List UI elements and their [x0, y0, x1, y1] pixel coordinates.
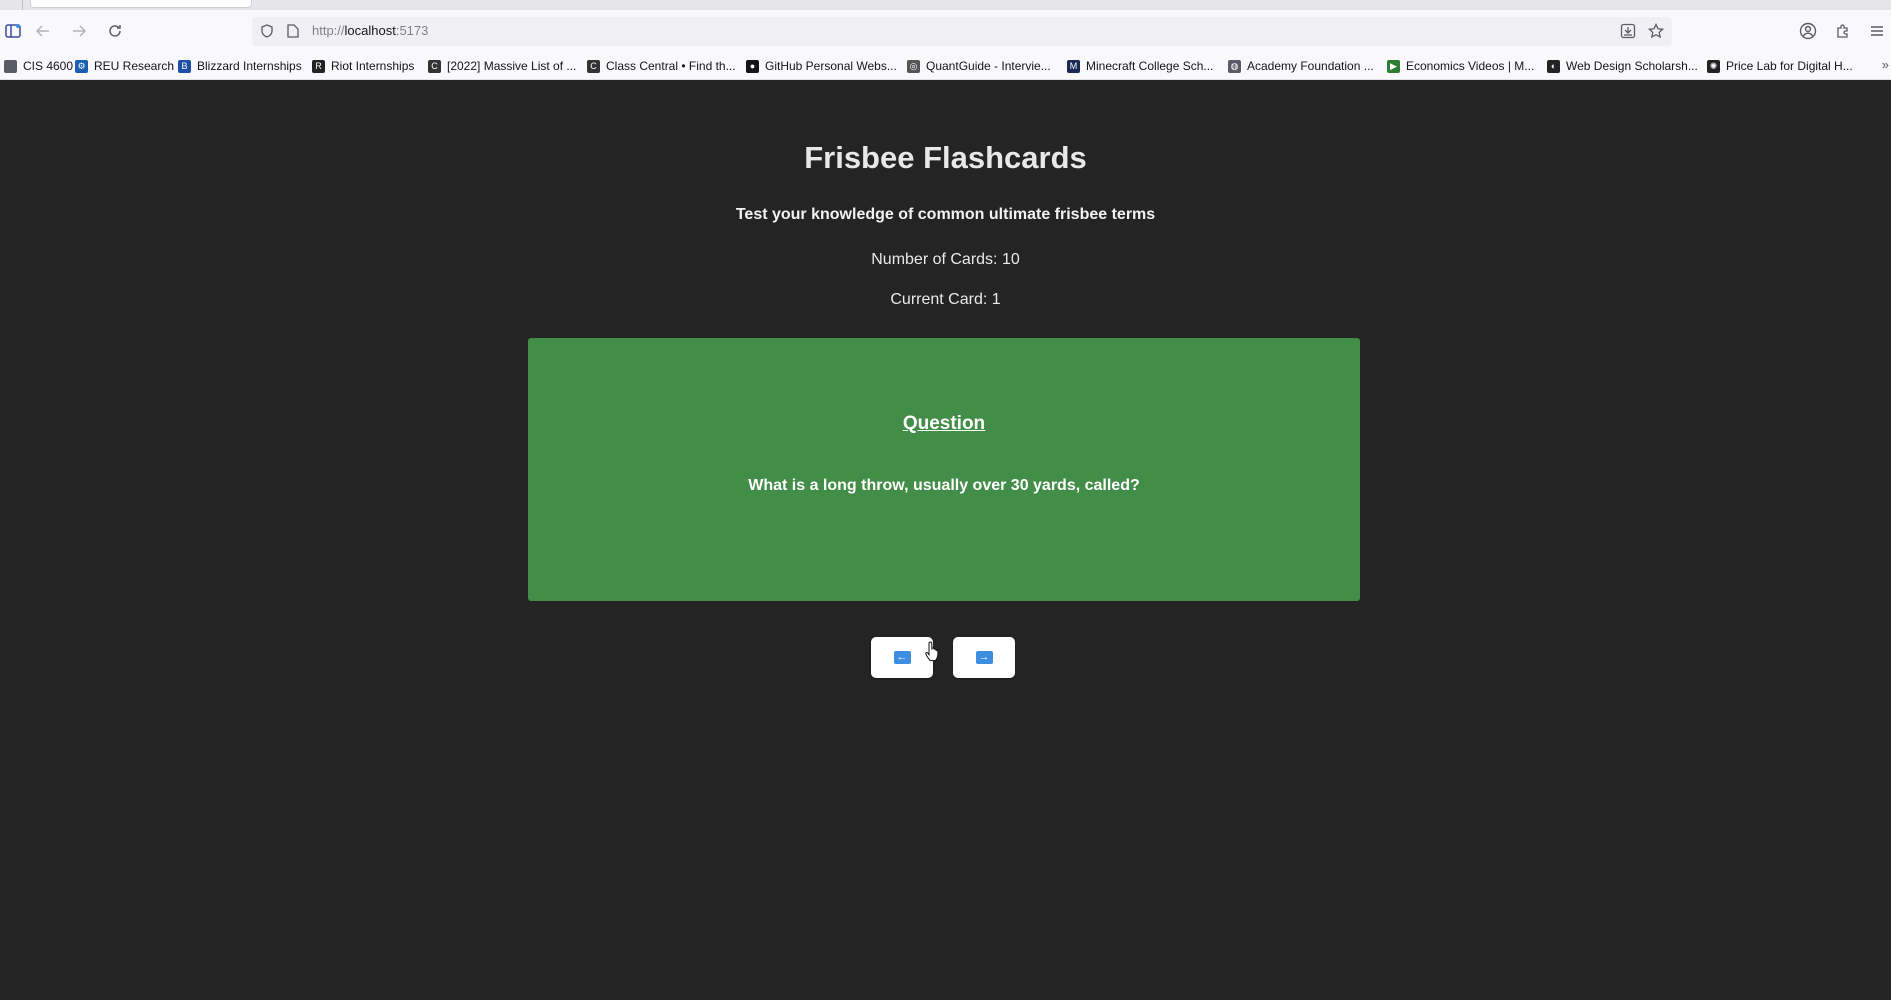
tab-strip [0, 0, 1891, 10]
bookmark-label: Web Design Scholarsh... [1566, 59, 1698, 73]
star-icon[interactable] [1647, 22, 1665, 40]
forward-button[interactable] [66, 18, 92, 44]
active-tab[interactable] [30, 0, 252, 8]
play-icon: ▶ [1387, 59, 1400, 73]
classcentral-icon: C [587, 59, 600, 73]
bookmark-label: Minecraft College Sch... [1086, 59, 1214, 73]
bookmark-item[interactable]: ◍ Academy Foundation ... [1228, 57, 1374, 75]
bookmark-item[interactable]: CIS 4600 [4, 57, 73, 75]
tab-divider [22, 0, 23, 10]
bookmark-item[interactable]: ◎ QuantGuide - Intervie... [907, 57, 1051, 75]
shield-icon[interactable] [258, 22, 276, 40]
account-icon[interactable] [1795, 18, 1821, 44]
page-subtitle: Test your knowledge of common ultimate f… [735, 206, 1156, 223]
bookmark-label: GitHub Personal Webs... [765, 59, 897, 73]
puzzle-icon[interactable] [1830, 18, 1856, 44]
url-host: localhost [344, 23, 396, 38]
bookmark-item[interactable]: R Riot Internships [312, 57, 414, 75]
arrow-right-icon [73, 25, 87, 37]
bookmark-label: QuantGuide - Intervie... [926, 59, 1051, 73]
hand-cursor-icon [925, 641, 939, 662]
card-count: Number of Cards: 10 [871, 251, 1020, 268]
back-button[interactable] [30, 18, 56, 44]
url-text[interactable]: http://localhost:5173 [312, 23, 428, 38]
bookmarks-toolbar: CIS 4600 ⚙ REU Research B Blizzard Internshi… [0, 52, 1891, 80]
bookmark-icon [4, 59, 17, 73]
bookmark-item[interactable]: ▶ Economics Videos | M... [1387, 57, 1534, 75]
bookmark-label: CIS 4600 [23, 59, 74, 73]
pricelab-icon: ✺ [1707, 59, 1720, 73]
quantguide-icon: ◎ [907, 59, 920, 73]
hamburger-menu-icon[interactable] [1864, 18, 1890, 44]
bookmark-item[interactable]: ● GitHub Personal Webs... [746, 57, 897, 75]
gear-icon: ⚙ [75, 59, 88, 73]
flashcard-question: What is a long throw, usually over 30 ya… [748, 477, 1140, 494]
bookmark-label: Riot Internships [331, 59, 415, 73]
bookmark-item[interactable]: B Blizzard Internships [178, 57, 302, 75]
reload-button[interactable] [102, 18, 128, 44]
bookmark-item[interactable]: C Class Central • Find th... [587, 57, 736, 75]
page-icon[interactable] [284, 22, 302, 40]
flashcard-heading: Question [902, 413, 986, 434]
bookmark-label: Academy Foundation ... [1247, 59, 1374, 73]
address-bar[interactable]: http://localhost:5173 [252, 17, 1672, 46]
bookmark-label: Price Lab for Digital H... [1726, 59, 1853, 73]
download-icon[interactable] [1619, 22, 1637, 40]
bookmark-item[interactable]: C [2022] Massive List of ... [428, 57, 576, 75]
globe-icon: ◍ [1228, 59, 1241, 73]
page-content: Frisbee Flashcards Test your knowledge o… [0, 80, 1891, 1000]
bookmark-label: [2022] Massive List of ... [447, 59, 577, 73]
bookmark-item[interactable]: ◐ Web Design Scholarsh... [1547, 57, 1698, 75]
next-card-button[interactable]: → [953, 637, 1015, 678]
page-title: Frisbee Flashcards [804, 140, 1087, 175]
bookmark-label: Economics Videos | M... [1406, 59, 1535, 73]
webdesign-icon: ◐ [1547, 59, 1560, 73]
url-port: :5173 [395, 23, 429, 38]
bookmark-label: Class Central • Find th... [606, 59, 736, 73]
url-scheme: http:// [312, 23, 345, 38]
bookmark-item[interactable]: ⚙ REU Research [75, 57, 174, 75]
riot-icon: R [312, 59, 325, 73]
bookmarks-overflow-icon[interactable]: » [1882, 57, 1889, 72]
reload-icon [109, 25, 121, 37]
bookmark-label: Blizzard Internships [197, 59, 302, 73]
bookmark-label: REU Research [94, 59, 175, 73]
github-icon: ● [746, 59, 759, 73]
flashcard[interactable]: Question What is a long throw, usually o… [528, 338, 1360, 601]
classcentral-icon: C [428, 59, 441, 73]
arrow-left-icon [35, 25, 49, 37]
navigation-toolbar: http://localhost:5173 [0, 10, 1891, 52]
minecraft-icon: M [1067, 59, 1080, 73]
arrow-left-icon: ← [893, 651, 911, 664]
current-card: Current Card: 1 [890, 291, 1001, 308]
sidebar-icon[interactable] [0, 18, 26, 44]
blizzard-icon: B [178, 59, 191, 73]
bookmark-item[interactable]: M Minecraft College Sch... [1067, 57, 1213, 75]
arrow-right-icon: → [975, 651, 993, 664]
bookmark-item[interactable]: ✺ Price Lab for Digital H... [1707, 57, 1853, 75]
